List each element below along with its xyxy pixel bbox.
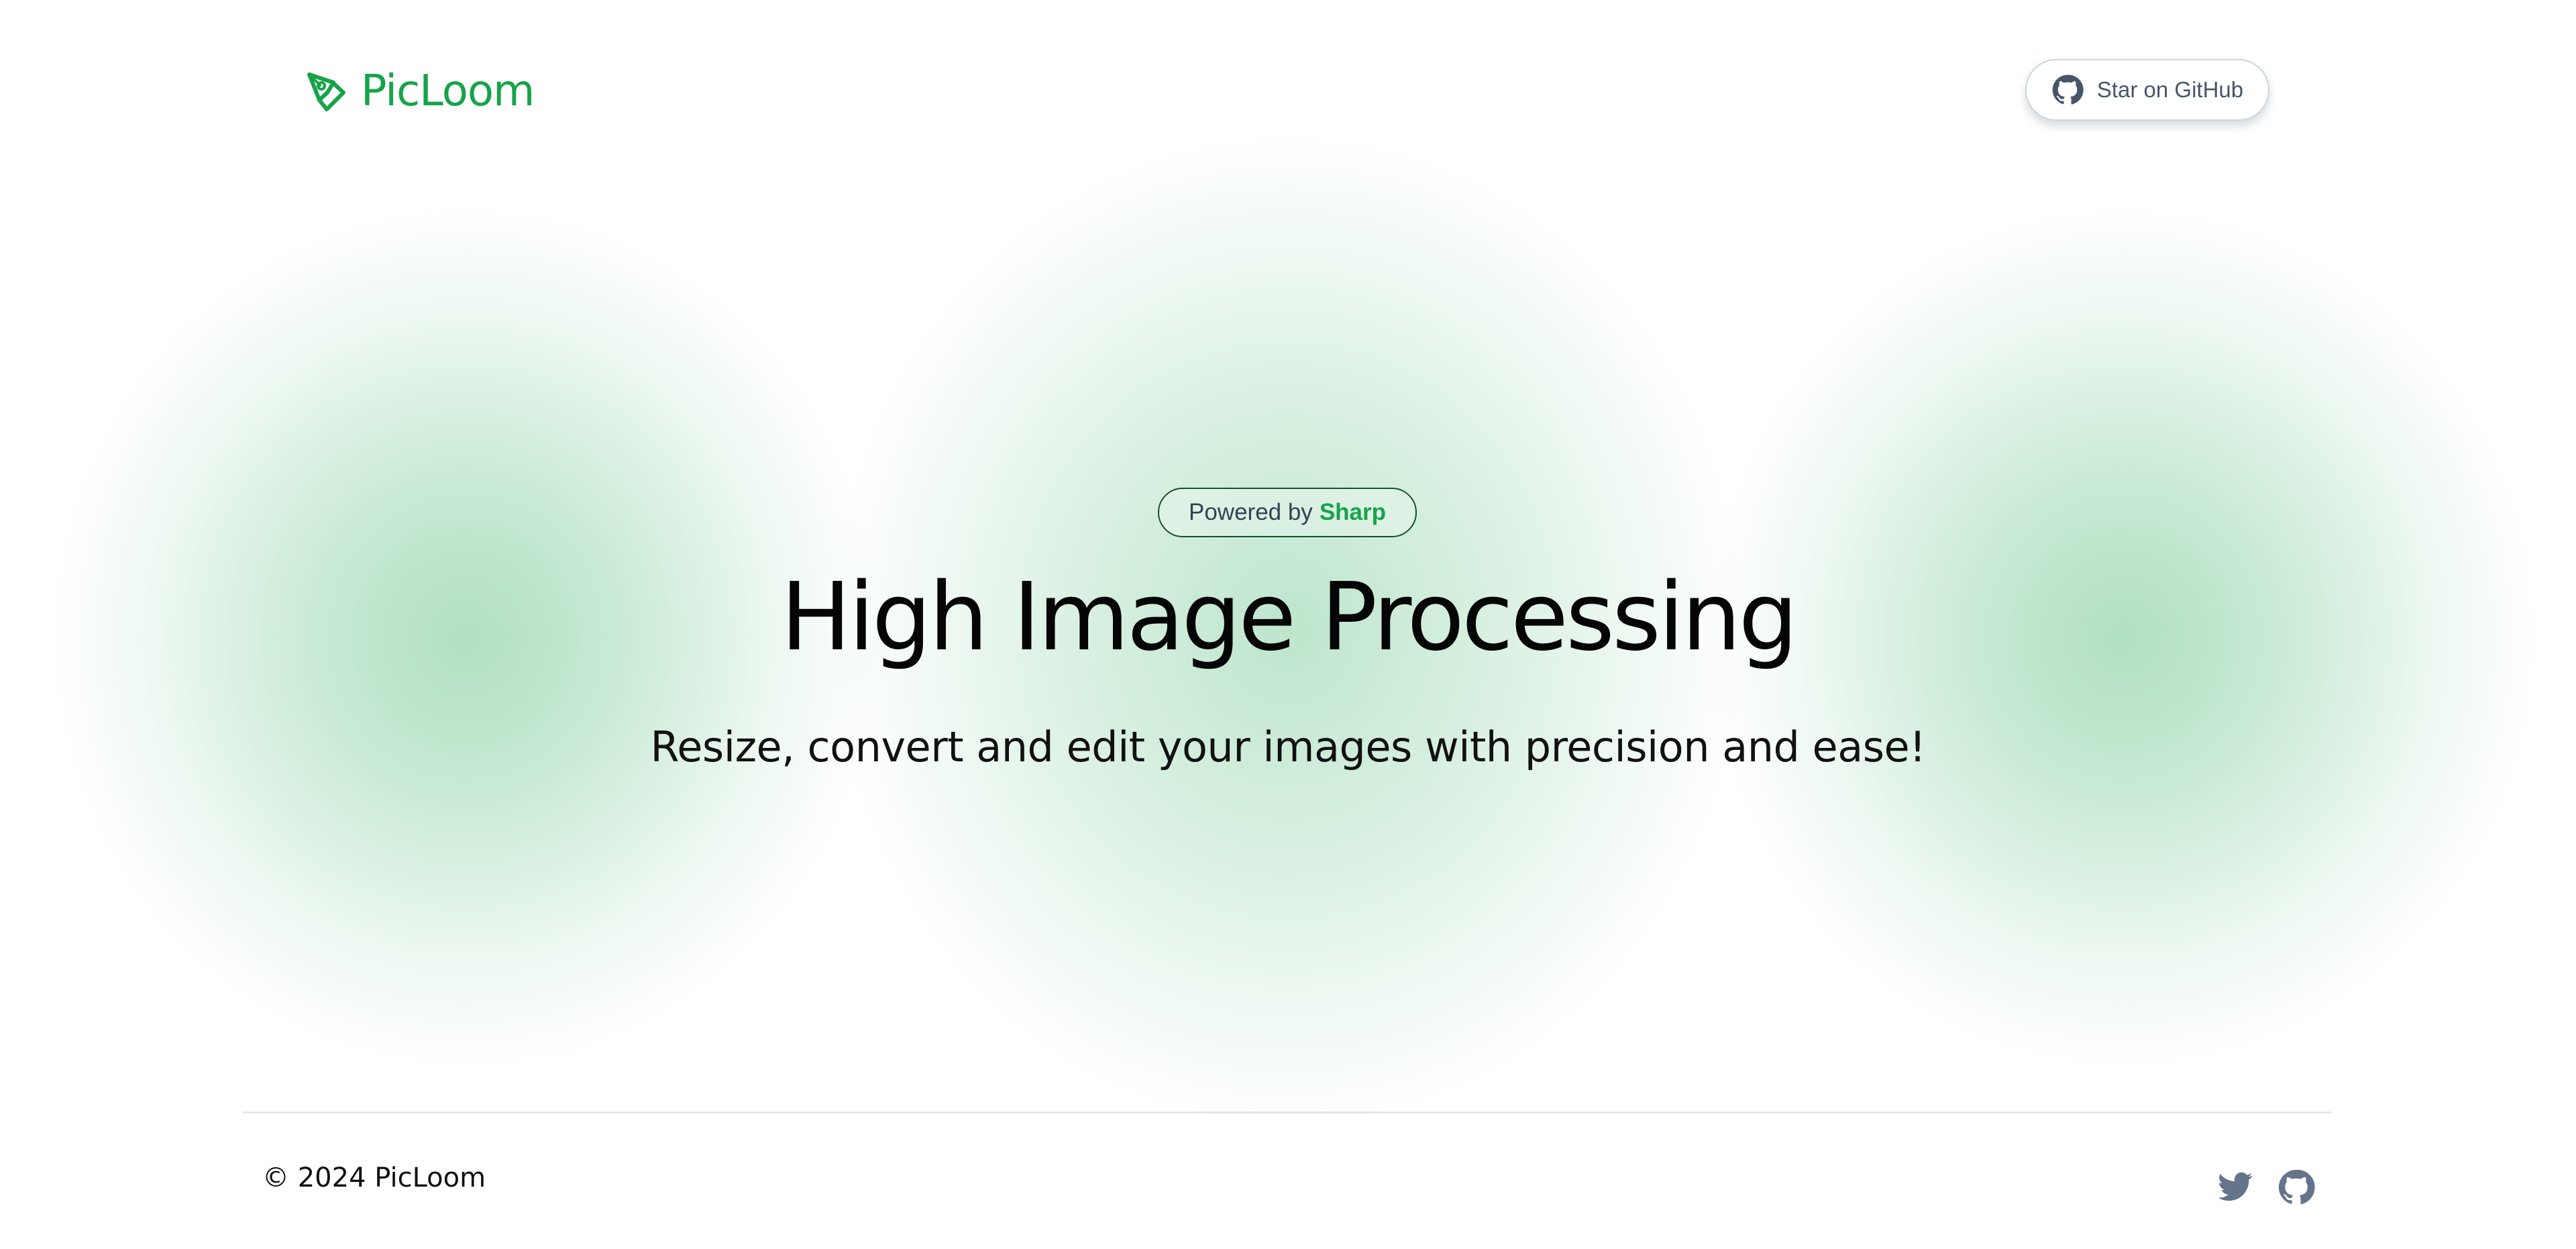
landing-page: PicLoom Star on GitHub Powered by Sharp … <box>0 0 2576 1249</box>
powered-by-brand: Sharp <box>1319 499 1387 525</box>
star-on-github-label: Star on GitHub <box>2096 77 2244 102</box>
powered-by-prefix: Powered by <box>1188 499 1313 525</box>
hero-section: Powered by Sharp High Image Processing R… <box>0 483 2576 798</box>
hero-subtitle: Resize, convert and edit your images wit… <box>650 722 1926 771</box>
site-footer: © 2024 PicLoom <box>0 1114 2576 1249</box>
pen-tool-icon <box>307 72 345 111</box>
hero-title: High Image Processing <box>780 563 1799 672</box>
twitter-link[interactable] <box>2216 1169 2254 1206</box>
footer-github-link[interactable] <box>2277 1169 2315 1206</box>
star-on-github-button[interactable]: Star on GitHub <box>2025 59 2269 121</box>
site-header: PicLoom Star on GitHub <box>0 0 2576 181</box>
powered-by-badge: Powered by Sharp <box>1158 488 1417 537</box>
github-icon <box>2052 74 2084 105</box>
brand-name: PicLoom <box>361 66 535 116</box>
brand-logo-link[interactable]: PicLoom <box>303 66 535 117</box>
twitter-icon <box>2218 1172 2253 1201</box>
copyright-text: © 2024 PicLoom <box>262 1162 486 1193</box>
github-icon <box>2278 1169 2315 1205</box>
